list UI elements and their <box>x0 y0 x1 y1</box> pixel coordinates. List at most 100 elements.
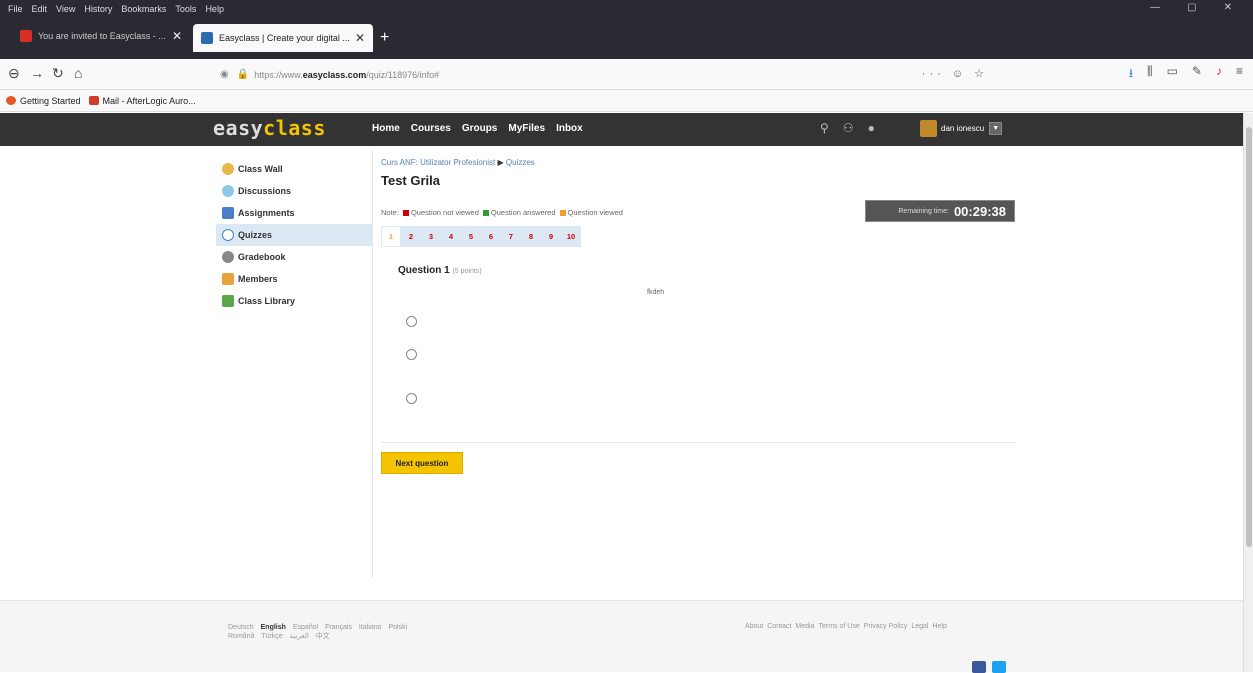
gmail-icon <box>20 30 32 42</box>
firefox-icon <box>6 96 16 105</box>
url-actions[interactable]: ··· ☺ ☆ <box>922 67 988 80</box>
footer-link-legal[interactable]: Legal <box>911 623 928 630</box>
close-icon[interactable]: ✕ <box>355 31 365 45</box>
footer-links: About Contact Media Terms of Use Privacy… <box>745 623 947 630</box>
lang-polski[interactable]: Polski <box>388 624 407 631</box>
legend-swatch-viewed <box>559 209 566 216</box>
browser-menubar: File Edit View History Bookmarks Tools H… <box>0 0 1253 17</box>
menu-bookmarks[interactable]: Bookmarks <box>121 4 166 14</box>
browser-tabbar: You are invited to Easyclass - ... ✕ Eas… <box>0 17 1253 59</box>
class-sidebar: Class Wall Discussions Assignments Quizz… <box>216 158 372 312</box>
nav-groups[interactable]: Groups <box>462 123 498 134</box>
twitter-icon[interactable] <box>992 661 1006 673</box>
downloads-icon[interactable]: ⭳ <box>1129 64 1133 85</box>
question-number-1[interactable]: 1 <box>381 226 401 247</box>
bookmark-mail[interactable]: Mail - AfterLogic Auro... <box>88 96 196 106</box>
nav-home[interactable]: Home <box>372 123 400 134</box>
sidebar-item-label: Discussions <box>238 186 292 196</box>
sidebar-item-class-library[interactable]: Class Library <box>216 290 372 312</box>
question-number-9[interactable]: 9 <box>541 226 561 247</box>
addon-icon[interactable]: ♪ <box>1216 64 1222 85</box>
sidebar-item-members[interactable]: Members <box>216 268 372 290</box>
lang-english[interactable]: English <box>261 624 286 631</box>
sidebar-item-class-wall[interactable]: Class Wall <box>216 158 372 180</box>
footer-link-help[interactable]: Help <box>932 623 946 630</box>
menu-help[interactable]: Help <box>205 4 224 14</box>
easyclass-logo[interactable]: easyclass <box>213 116 326 140</box>
sidebar-icon[interactable]: ▭ <box>1167 64 1178 85</box>
question-number-6[interactable]: 6 <box>481 226 501 247</box>
search-icon[interactable]: ⚲ <box>820 121 829 135</box>
lang-turkce[interactable]: Türkçe <box>261 633 282 640</box>
menu-history[interactable]: History <box>84 4 112 14</box>
lang-francais[interactable]: Français <box>325 624 352 631</box>
new-tab-button[interactable]: + <box>380 29 389 47</box>
extension-icon[interactable]: ✎ <box>1192 64 1202 85</box>
people-icon[interactable]: ⚇ <box>843 121 854 135</box>
footer-link-about[interactable]: About <box>745 623 763 630</box>
reload-icon[interactable]: ↻ <box>52 65 64 82</box>
lang-italiano[interactable]: Italiano <box>359 624 382 631</box>
home-icon[interactable]: ⌂ <box>74 65 82 81</box>
sidebar-item-quizzes[interactable]: Quizzes <box>216 224 372 246</box>
nav-inbox[interactable]: Inbox <box>556 123 583 134</box>
back-icon[interactable]: ⊖ <box>8 65 20 82</box>
lang-chinese[interactable]: 中文 <box>316 633 330 640</box>
sidebar-item-discussions[interactable]: Discussions <box>216 180 372 202</box>
sidebar-item-assignments[interactable]: Assignments <box>216 202 372 224</box>
footer-link-terms[interactable]: Terms of Use <box>819 623 860 630</box>
minimize-icon[interactable]: — <box>1150 2 1160 13</box>
footer-link-media[interactable]: Media <box>795 623 814 630</box>
nav-courses[interactable]: Courses <box>411 123 451 134</box>
question-number-8[interactable]: 8 <box>521 226 541 247</box>
footer-link-privacy[interactable]: Privacy Policy <box>864 623 908 630</box>
close-icon[interactable]: ✕ <box>172 29 182 43</box>
tab-invitation[interactable]: You are invited to Easyclass - ... ✕ <box>12 22 190 50</box>
hamburger-menu-icon[interactable]: ≡ <box>1236 64 1243 85</box>
menu-view[interactable]: View <box>56 4 75 14</box>
question-number-2[interactable]: 2 <box>401 226 421 247</box>
discussion-icon <box>222 185 234 197</box>
social-links <box>972 661 1006 673</box>
question-number-5[interactable]: 5 <box>461 226 481 247</box>
answer-option-radio[interactable] <box>406 349 417 360</box>
menu-tools[interactable]: Tools <box>175 4 196 14</box>
user-menu[interactable]: dan ionescu ▼ <box>920 120 1003 137</box>
breadcrumb-course[interactable]: Curs ANF: Utilizator Profesionist <box>381 158 495 167</box>
question-number-7[interactable]: 7 <box>501 226 521 247</box>
tab-easyclass[interactable]: Easyclass | Create your digital ... ✕ <box>193 24 373 52</box>
chevron-down-icon[interactable]: ▼ <box>989 122 1003 135</box>
footer-link-contact[interactable]: Contact <box>767 623 791 630</box>
nav-myfiles[interactable]: MyFiles <box>508 123 545 134</box>
forward-icon[interactable]: → <box>30 65 44 81</box>
url-bar[interactable]: ◉ 🔒 https://www. easyclass.com /quiz/118… <box>212 63 994 86</box>
lang-romana[interactable]: Română <box>228 633 254 640</box>
scrollbar-thumb[interactable] <box>1246 127 1252 547</box>
next-question-button[interactable]: Next question <box>381 452 463 474</box>
assignment-icon <box>222 207 234 219</box>
lang-espanol[interactable]: Español <box>293 624 318 631</box>
legend-note: Note: <box>381 208 399 217</box>
maximize-icon[interactable]: ▢ <box>1187 2 1196 13</box>
question-number-3[interactable]: 3 <box>421 226 441 247</box>
sidebar-item-gradebook[interactable]: Gradebook <box>216 246 372 268</box>
help-icon[interactable]: ● <box>868 121 875 135</box>
sidebar-item-label: Class Wall <box>238 164 283 174</box>
question-number-4[interactable]: 4 <box>441 226 461 247</box>
menu-file[interactable]: File <box>8 4 23 14</box>
menu-edit[interactable]: Edit <box>32 4 48 14</box>
lang-deutsch[interactable]: Deutsch <box>228 624 254 631</box>
facebook-icon[interactable] <box>972 661 986 673</box>
bookmark-getting-started[interactable]: Getting Started <box>6 96 81 106</box>
close-window-icon[interactable]: ✕ <box>1224 2 1232 13</box>
breadcrumb: Curs ANF: Utilizator Profesionist ▶ Quiz… <box>381 158 1016 167</box>
answer-option-radio[interactable] <box>406 316 417 327</box>
bookmark-label: Getting Started <box>20 95 81 106</box>
library-icon[interactable]: ⫼ <box>1147 64 1153 85</box>
breadcrumb-quizzes[interactable]: Quizzes <box>506 158 535 167</box>
question-number-10[interactable]: 10 <box>561 226 581 247</box>
tab-title: Easyclass | Create your digital ... <box>219 33 350 43</box>
page-scrollbar[interactable] <box>1243 113 1253 672</box>
lang-arabic[interactable]: العربية <box>290 633 309 640</box>
answer-option-radio[interactable] <box>406 393 417 404</box>
